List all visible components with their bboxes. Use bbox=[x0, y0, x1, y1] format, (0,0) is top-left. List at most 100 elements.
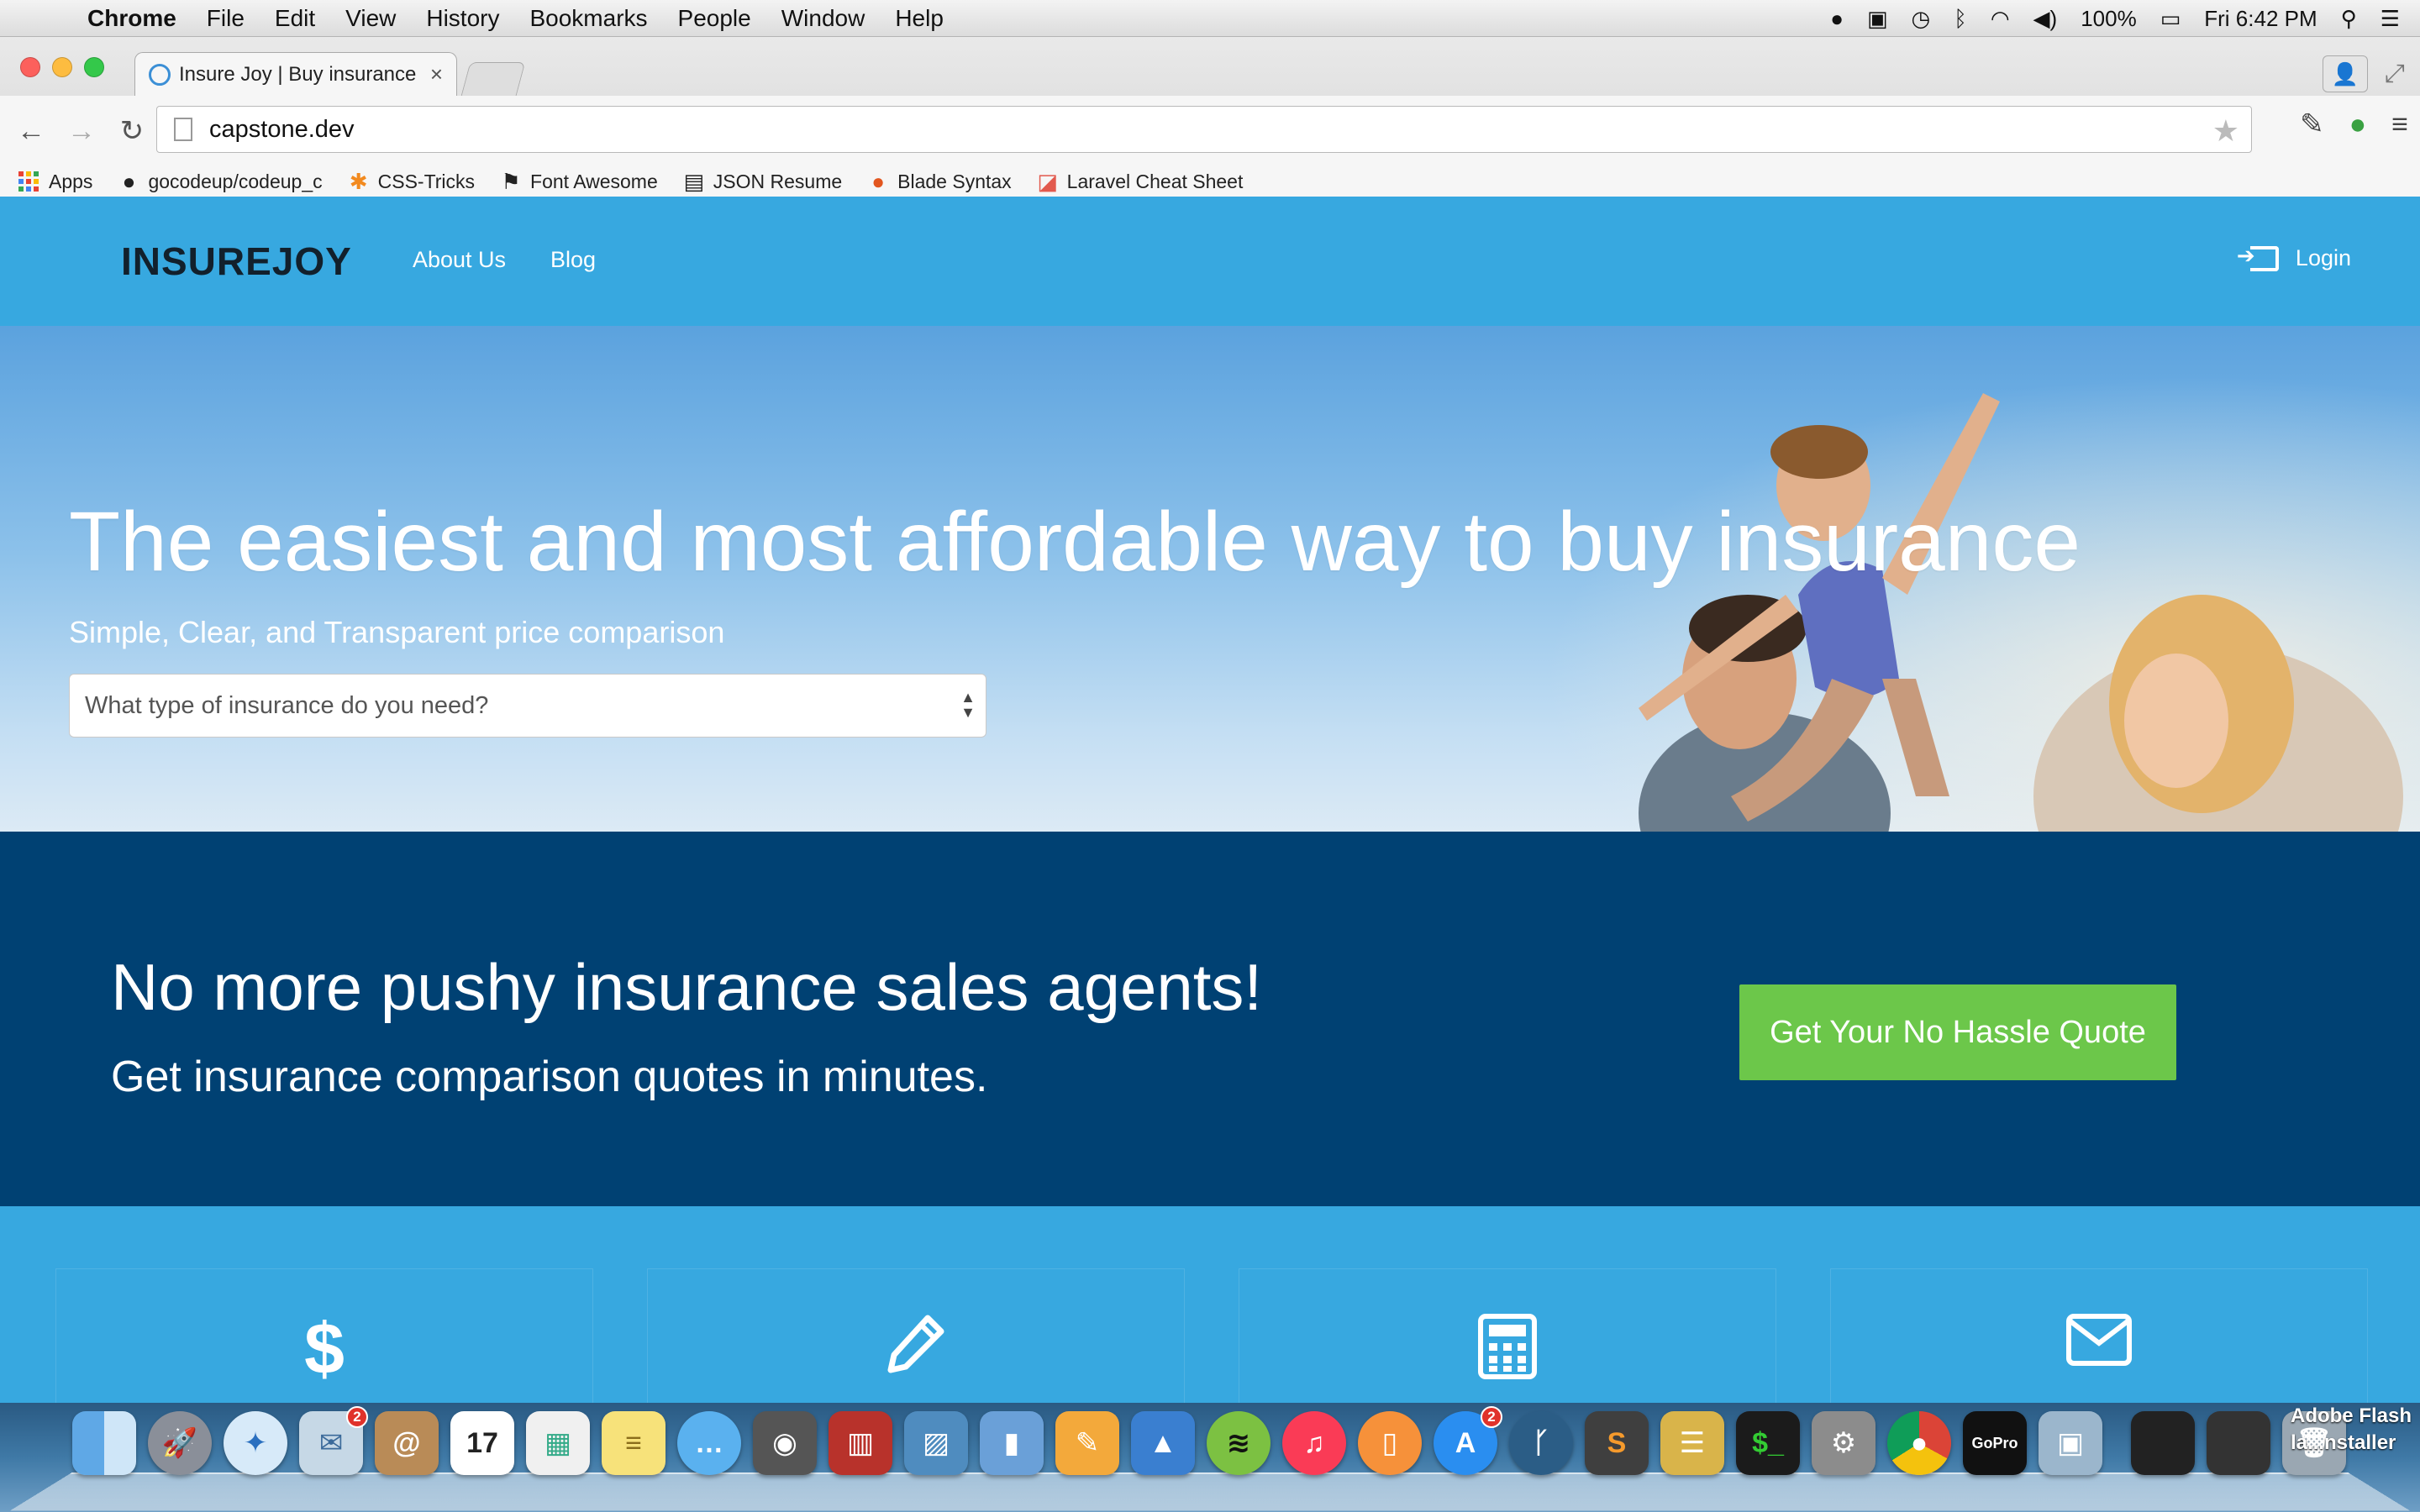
clock[interactable]: Fri 6:42 PM bbox=[2204, 6, 2317, 32]
pages-icon[interactable]: ✎ bbox=[1055, 1411, 1119, 1475]
login-label: Login bbox=[2295, 245, 2351, 270]
reload-icon[interactable]: ↻ bbox=[113, 114, 151, 148]
hero-section: The easiest and most affordable way to b… bbox=[0, 326, 2420, 832]
asterisk-icon: ✱ bbox=[349, 168, 368, 194]
iphoto-icon[interactable]: ▨ bbox=[904, 1411, 968, 1475]
bookmark-blade-syntax[interactable]: ● Blade Syntax bbox=[867, 169, 1011, 195]
zoom-window-button[interactable] bbox=[84, 57, 104, 77]
active-tab[interactable]: Insure Joy | Buy insurance × bbox=[134, 52, 457, 96]
minimize-window-button[interactable] bbox=[52, 57, 72, 77]
cta-title: No more pushy insurance sales agents! bbox=[111, 950, 1263, 1024]
wifi-icon[interactable]: ◠ bbox=[1991, 6, 2010, 32]
chrome-dock-icon[interactable]: ● bbox=[1887, 1411, 1951, 1475]
dock: 🚀 ✦ ✉ 2 @ 17 ▦ ≡ … ◉ ▥ ▨ ▮ ✎ ▲ ≋ ♫ ▯ A 2… bbox=[0, 1403, 2420, 1512]
gopro-icon[interactable]: GoPro bbox=[1963, 1411, 2027, 1475]
spotlight-icon[interactable]: ⚲ bbox=[2341, 6, 2357, 32]
notes-icon[interactable]: ≡ bbox=[602, 1411, 666, 1475]
itunes-icon[interactable]: ♫ bbox=[1282, 1411, 1346, 1475]
chat-bubble-icon[interactable]: ● bbox=[1830, 6, 1844, 32]
finder-icon[interactable] bbox=[72, 1411, 136, 1475]
preview-photos-icon[interactable]: ▣ bbox=[2039, 1411, 2102, 1475]
notification-center-icon[interactable]: ☰ bbox=[2381, 6, 2400, 32]
bookmark-label: Font Awesome bbox=[530, 170, 658, 192]
menu-app-chrome[interactable]: Chrome bbox=[87, 5, 176, 32]
page-icon bbox=[174, 118, 192, 141]
numbers-icon[interactable]: ▮ bbox=[980, 1411, 1044, 1475]
launchpad-icon[interactable]: 🚀 bbox=[148, 1411, 212, 1475]
minimized-window-1-icon[interactable] bbox=[2131, 1411, 2195, 1475]
close-window-button[interactable] bbox=[20, 57, 40, 77]
new-tab-button[interactable] bbox=[460, 62, 526, 96]
spotify-icon[interactable]: ≋ bbox=[1207, 1411, 1270, 1475]
safari-icon[interactable]: ✦ bbox=[224, 1411, 287, 1475]
get-quote-button[interactable]: Get Your No Hassle Quote bbox=[1739, 984, 2176, 1080]
messages-icon[interactable]: … bbox=[677, 1411, 741, 1475]
menu-bar: Chrome File Edit View History Bookmarks … bbox=[0, 0, 2420, 37]
contacts-icon[interactable]: @ bbox=[375, 1411, 439, 1475]
document-icon: ▤ bbox=[683, 168, 705, 194]
menu-bookmarks[interactable]: Bookmarks bbox=[529, 5, 647, 32]
photo-booth-icon[interactable]: ▥ bbox=[829, 1411, 892, 1475]
insurance-type-select[interactable]: What type of insurance do you need? ▲ ▼ bbox=[69, 674, 986, 738]
dock-shelf bbox=[10, 1472, 2410, 1511]
bookmark-label: gocodeup/codeup_c bbox=[148, 170, 323, 192]
time-machine-icon[interactable]: ◷ bbox=[1912, 6, 1931, 32]
site-logo[interactable]: INSUREJOY bbox=[121, 239, 352, 284]
sign-in-icon bbox=[2237, 243, 2279, 271]
facetime-icon[interactable]: ◉ bbox=[753, 1411, 817, 1475]
bookmark-json-resume[interactable]: ▤ JSON Resume bbox=[683, 169, 842, 195]
adobe-flash-installer-label[interactable]: Adobe Flash la...nstaller bbox=[2291, 1403, 2412, 1457]
chrome-menu-icon[interactable]: ≡ bbox=[2391, 108, 2408, 141]
screen-icon[interactable]: ▣ bbox=[1867, 6, 1888, 32]
app-store-icon[interactable]: A 2 bbox=[1434, 1406, 1502, 1475]
nav-blog[interactable]: Blog bbox=[550, 247, 596, 273]
battery-icon[interactable]: ▭ bbox=[2160, 6, 2181, 32]
menu-edit[interactable]: Edit bbox=[275, 5, 315, 32]
bookmark-label: CSS-Tricks bbox=[377, 170, 476, 192]
sublime-text-icon[interactable]: S bbox=[1585, 1411, 1649, 1475]
bookmark-font-awesome[interactable]: ⚑ Font Awesome bbox=[500, 169, 658, 195]
extension-leaf-icon[interactable]: ● bbox=[2349, 108, 2367, 141]
battery-percent[interactable]: 100% bbox=[2081, 6, 2137, 32]
close-tab-icon[interactable]: × bbox=[430, 61, 443, 87]
eyedropper-icon[interactable]: ✎ bbox=[2300, 108, 2324, 141]
app-store-badge: 2 bbox=[1481, 1406, 1502, 1428]
nav-about-us[interactable]: About Us bbox=[413, 247, 506, 273]
menu-help[interactable]: Help bbox=[895, 5, 944, 32]
keynote-icon[interactable]: ▲ bbox=[1131, 1411, 1195, 1475]
select-arrows-icon: ▲ ▼ bbox=[960, 689, 976, 721]
menu-window[interactable]: Window bbox=[781, 5, 865, 32]
ibooks-icon[interactable]: ▯ bbox=[1358, 1411, 1422, 1475]
tab-title: Insure Joy | Buy insurance bbox=[179, 62, 417, 86]
bluetooth-icon[interactable]: ᛒ bbox=[1954, 6, 1967, 32]
sourcetree-icon[interactable]: ᚴ bbox=[1509, 1411, 1573, 1475]
apps-grid-icon bbox=[18, 171, 39, 192]
bookmark-gocodeup[interactable]: ● gocodeup/codeup_c bbox=[118, 169, 323, 195]
terminal-icon[interactable]: $_ bbox=[1736, 1411, 1800, 1475]
menu-view[interactable]: View bbox=[345, 5, 396, 32]
menu-file[interactable]: File bbox=[207, 5, 245, 32]
cta-section: No more pushy insurance sales agents! Ge… bbox=[0, 832, 2420, 1206]
back-arrow-icon[interactable]: ← bbox=[12, 115, 50, 148]
profile-icon[interactable]: 👤 bbox=[2323, 55, 2368, 92]
bookmark-css-tricks[interactable]: ✱ CSS-Tricks bbox=[348, 169, 475, 195]
preview-icon[interactable]: ▦ bbox=[526, 1411, 590, 1475]
menu-people[interactable]: People bbox=[678, 5, 751, 32]
minimized-window-2-icon[interactable] bbox=[2207, 1411, 2270, 1475]
address-bar[interactable]: capstone.dev ★ bbox=[156, 106, 2252, 153]
volume-icon[interactable]: ◀) bbox=[2033, 6, 2058, 32]
system-preferences-icon[interactable]: ⚙ bbox=[1812, 1411, 1876, 1475]
login-link[interactable]: Login bbox=[2237, 243, 2351, 271]
envelope-icon bbox=[2066, 1314, 2132, 1366]
sequel-pro-icon[interactable]: ☰ bbox=[1660, 1411, 1724, 1475]
menu-history[interactable]: History bbox=[426, 5, 499, 32]
forward-arrow-icon[interactable]: → bbox=[62, 115, 101, 148]
fullscreen-icon[interactable]: ⤢ bbox=[2385, 60, 2405, 88]
web-page: INSUREJOY About Us Blog Login bbox=[0, 197, 2420, 1403]
bookmark-star-icon[interactable]: ★ bbox=[2212, 113, 2239, 149]
calendar-icon[interactable]: 17 bbox=[450, 1411, 514, 1475]
bookmark-apps[interactable]: Apps bbox=[18, 171, 92, 193]
bookmark-laravel-cheat-sheet[interactable]: ◪ Laravel Cheat Sheet bbox=[1037, 169, 1243, 195]
hero-subtitle: Simple, Clear, and Transparent price com… bbox=[69, 615, 725, 649]
mail-icon[interactable]: ✉ 2 bbox=[299, 1406, 368, 1475]
